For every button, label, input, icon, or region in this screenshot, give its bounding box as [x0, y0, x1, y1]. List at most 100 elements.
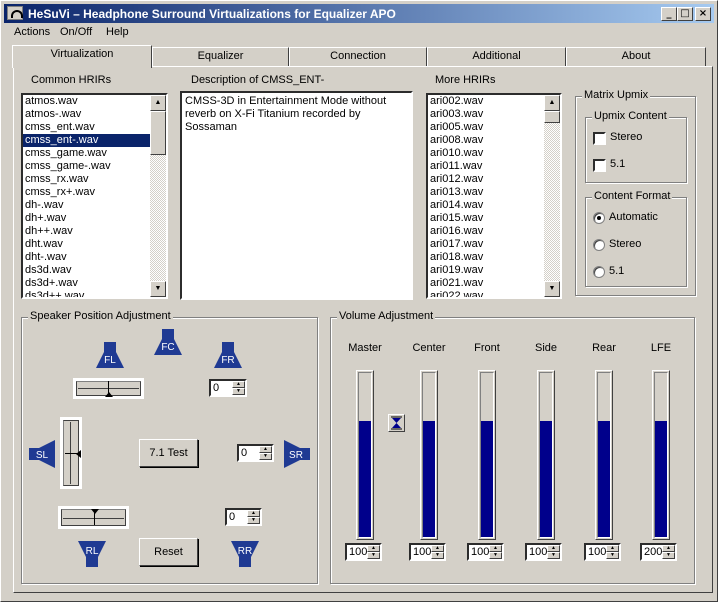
slider-handle-icon[interactable] — [105, 392, 113, 397]
common-hrirs-list[interactable]: atmos.wav atmos-.wav cmss_ent.wav cmss_ent-… — [21, 93, 168, 299]
more-hrirs-item[interactable]: ari017.wav — [428, 238, 560, 251]
tab-virtualization[interactable]: Virtualization — [12, 45, 152, 68]
common-hrirs-item[interactable]: dh+.wav — [23, 212, 166, 225]
upmix-stereo-checkbox[interactable] — [593, 132, 606, 145]
volume-lfe-spinner[interactable]: 200 ▲ ▼ — [640, 543, 677, 561]
spin-down-icon[interactable]: ▼ — [431, 552, 444, 559]
tab-additional[interactable]: Additional — [427, 47, 566, 66]
test-7-1-button[interactable]: 7.1 Test — [139, 439, 198, 467]
common-hrirs-item[interactable]: ds3d++.wav — [23, 290, 166, 297]
common-hrirs-item[interactable]: dht.wav — [23, 238, 166, 251]
upmix-five-one-checkbox[interactable] — [593, 159, 606, 172]
close-button[interactable]: × — [695, 7, 711, 21]
common-hrirs-item[interactable]: cmss_ent.wav — [23, 121, 166, 134]
common-hrirs-item[interactable]: dht-.wav — [23, 251, 166, 264]
common-hrirs-item[interactable]: cmss_game.wav — [23, 147, 166, 160]
scroll-down-button[interactable]: ▼ — [150, 281, 166, 297]
more-hrirs-item[interactable]: ari014.wav — [428, 199, 560, 212]
spin-up-icon[interactable]: ▲ — [259, 446, 272, 453]
volume-rear-spinner[interactable]: 100 ▲ ▼ — [584, 543, 621, 561]
more-hrirs-scrollbar[interactable]: ▲ ▼ — [544, 95, 560, 297]
more-hrirs-item[interactable]: ari002.wav — [428, 95, 560, 108]
format-five-one-radio[interactable] — [593, 266, 605, 278]
more-hrirs-item[interactable]: ari008.wav — [428, 134, 560, 147]
maximize-button[interactable]: □ — [677, 7, 693, 21]
speaker-rl-icon[interactable]: RL — [78, 541, 106, 567]
front-position-slider[interactable] — [73, 378, 144, 399]
slider-handle-icon[interactable] — [91, 509, 99, 514]
volume-rear-slider[interactable] — [595, 370, 613, 540]
reset-button[interactable]: Reset — [139, 538, 198, 566]
common-hrirs-scrollbar[interactable]: ▲ ▼ — [150, 95, 166, 297]
volume-lfe-slider[interactable] — [652, 370, 670, 540]
common-hrirs-item[interactable]: atmos-.wav — [23, 108, 166, 121]
spin-up-icon[interactable]: ▲ — [247, 510, 260, 517]
scroll-down-button[interactable]: ▼ — [544, 281, 560, 297]
spin-down-icon[interactable]: ▼ — [662, 552, 675, 559]
more-hrirs-item[interactable]: ari003.wav — [428, 108, 560, 121]
link-volumes-button[interactable] — [388, 414, 405, 432]
more-hrirs-item[interactable]: ari022.wav — [428, 290, 560, 297]
more-hrirs-item[interactable]: ari012.wav — [428, 173, 560, 186]
spin-up-icon[interactable]: ▲ — [662, 545, 675, 552]
more-hrirs-item[interactable]: ari018.wav — [428, 251, 560, 264]
more-hrirs-item[interactable]: ari019.wav — [428, 264, 560, 277]
volume-master-spinner[interactable]: 100 ▲ ▼ — [345, 543, 382, 561]
scroll-thumb[interactable] — [150, 111, 166, 155]
common-hrirs-item[interactable]: ds3d+.wav — [23, 277, 166, 290]
spin-down-icon[interactable]: ▼ — [367, 552, 380, 559]
spin-up-icon[interactable]: ▲ — [547, 545, 560, 552]
spin-down-icon[interactable]: ▼ — [606, 552, 619, 559]
volume-center-spinner[interactable]: 100 ▲ ▼ — [409, 543, 446, 561]
more-hrirs-list[interactable]: ari002.wav ari003.wav ari005.wav ari008.wav… — [426, 93, 562, 299]
common-hrirs-item[interactable]: cmss_rx+.wav — [23, 186, 166, 199]
minimize-button[interactable]: _ — [661, 7, 677, 21]
volume-center-slider[interactable] — [420, 370, 438, 540]
side-position-slider[interactable] — [60, 417, 82, 489]
scroll-up-button[interactable]: ▲ — [150, 95, 166, 111]
rear-position-slider[interactable] — [58, 506, 129, 529]
format-stereo-radio[interactable] — [593, 239, 605, 251]
common-hrirs-item[interactable]: dh-.wav — [23, 199, 166, 212]
common-hrirs-item[interactable]: cmss_rx.wav — [23, 173, 166, 186]
spin-up-icon[interactable]: ▲ — [367, 545, 380, 552]
side-position-spinner[interactable]: 0 ▲ ▼ — [237, 444, 274, 462]
common-hrirs-item[interactable]: cmss_ent-.wav — [23, 134, 166, 147]
rear-position-spinner[interactable]: 0 ▲ ▼ — [225, 508, 262, 526]
more-hrirs-item[interactable]: ari005.wav — [428, 121, 560, 134]
volume-front-slider[interactable] — [478, 370, 496, 540]
more-hrirs-item[interactable]: ari016.wav — [428, 225, 560, 238]
tab-connection[interactable]: Connection — [289, 47, 427, 66]
spin-down-icon[interactable]: ▼ — [247, 517, 260, 524]
speaker-fc-icon[interactable]: FC — [154, 329, 182, 355]
spin-down-icon[interactable]: ▼ — [489, 552, 502, 559]
more-hrirs-item[interactable]: ari011.wav — [428, 160, 560, 173]
more-hrirs-item[interactable]: ari015.wav — [428, 212, 560, 225]
spin-up-icon[interactable]: ▲ — [489, 545, 502, 552]
tab-equalizer[interactable]: Equalizer — [152, 47, 289, 66]
spin-up-icon[interactable]: ▲ — [606, 545, 619, 552]
volume-side-spinner[interactable]: 100 ▲ ▼ — [525, 543, 562, 561]
spin-up-icon[interactable]: ▲ — [232, 381, 245, 388]
volume-front-spinner[interactable]: 100 ▲ ▼ — [467, 543, 504, 561]
spin-down-icon[interactable]: ▼ — [259, 453, 272, 460]
front-position-spinner[interactable]: 0 ▲ ▼ — [209, 379, 247, 397]
format-automatic-radio[interactable] — [593, 212, 605, 224]
more-hrirs-item[interactable]: ari021.wav — [428, 277, 560, 290]
more-hrirs-item[interactable]: ari010.wav — [428, 147, 560, 160]
speaker-sl-icon[interactable]: SL — [29, 440, 55, 468]
slider-handle-icon[interactable] — [76, 450, 81, 458]
common-hrirs-item[interactable]: atmos.wav — [23, 95, 166, 108]
scroll-thumb[interactable] — [544, 111, 560, 123]
tab-about[interactable]: About — [566, 47, 706, 66]
menu-actions[interactable]: Actions — [14, 26, 50, 38]
volume-side-slider[interactable] — [537, 370, 555, 540]
title-bar[interactable]: HeSuVi – Headphone Surround Virtualizati… — [4, 4, 714, 23]
menu-on-off[interactable]: On/Off — [60, 26, 92, 38]
common-hrirs-item[interactable]: ds3d.wav — [23, 264, 166, 277]
spin-down-icon[interactable]: ▼ — [547, 552, 560, 559]
scroll-up-button[interactable]: ▲ — [544, 95, 560, 111]
speaker-sr-icon[interactable]: SR — [284, 440, 310, 468]
volume-master-slider[interactable] — [356, 370, 374, 540]
spin-down-icon[interactable]: ▼ — [232, 388, 245, 395]
